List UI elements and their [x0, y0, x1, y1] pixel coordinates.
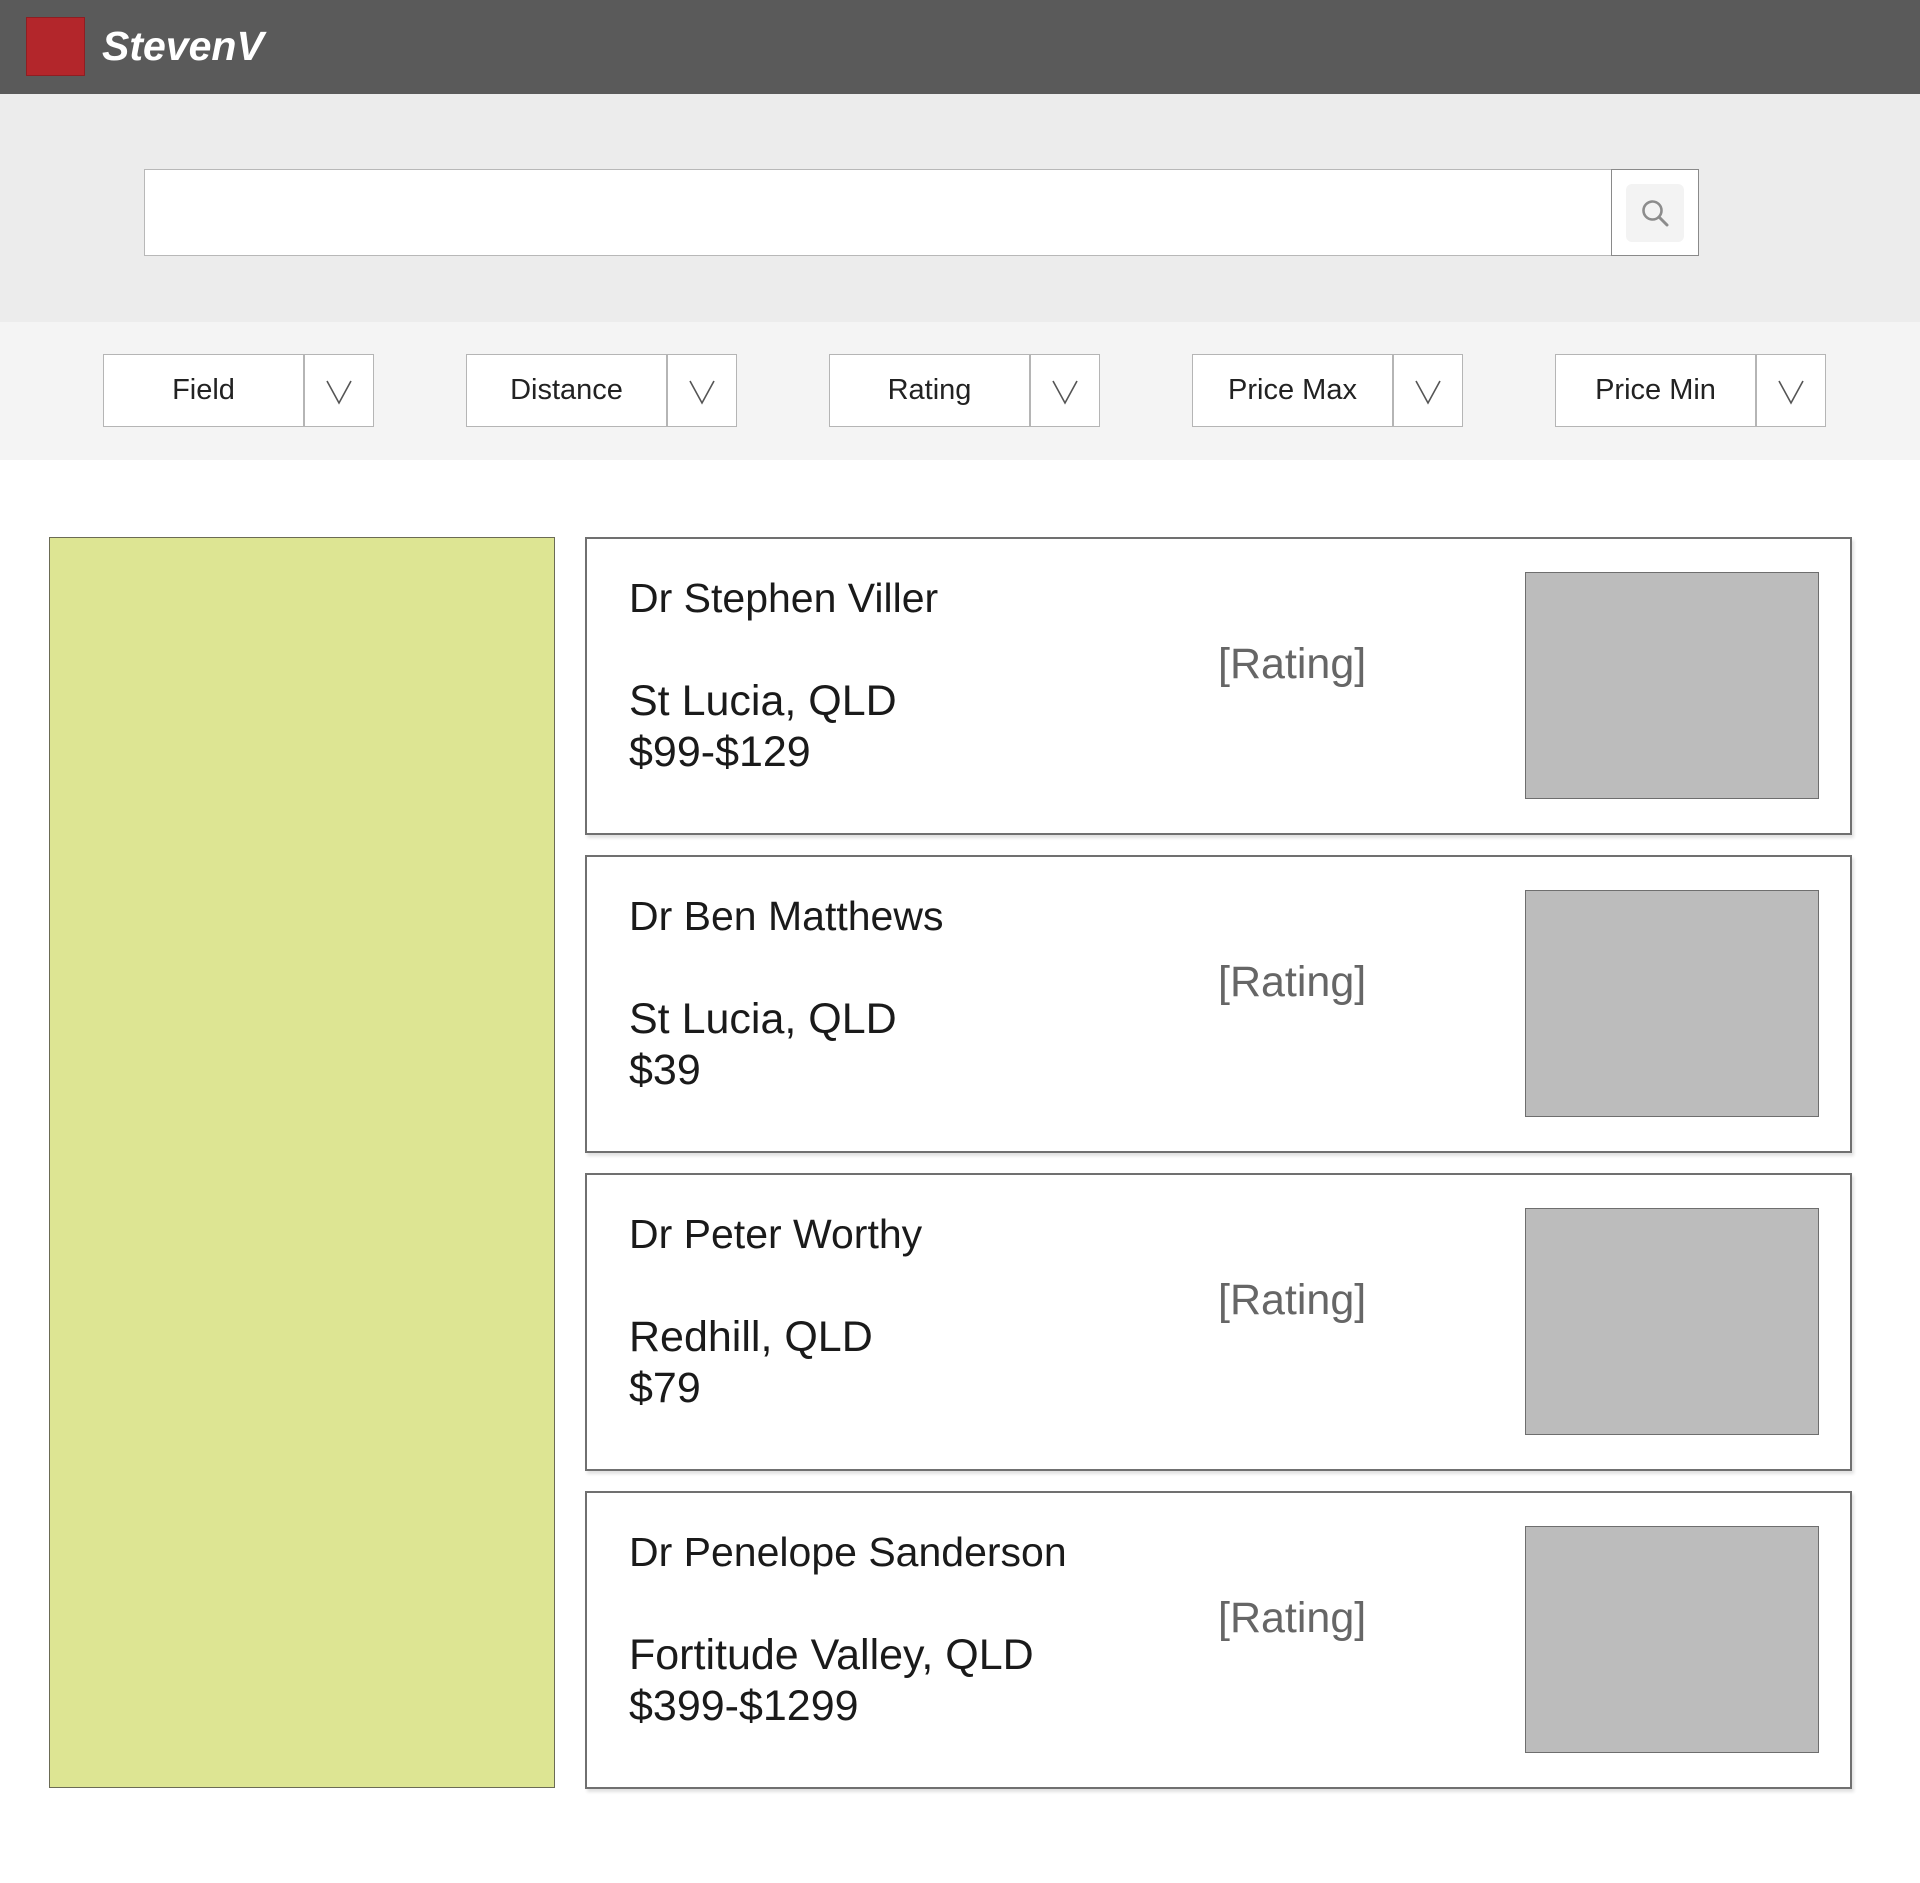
top-bar: StevenV — [0, 0, 1920, 94]
doctor-name[interactable]: Dr Ben Matthews — [629, 893, 943, 940]
doctor-price: $79 — [629, 1364, 701, 1412]
filter-price-max-dropdown[interactable]: Price Max — [1192, 354, 1463, 427]
doctor-location: St Lucia, QLD — [629, 677, 897, 725]
doctor-location: St Lucia, QLD — [629, 995, 897, 1043]
chevron-down-icon[interactable] — [1757, 355, 1825, 426]
filter-rating-dropdown[interactable]: Rating — [829, 354, 1100, 427]
chevron-down-icon[interactable] — [1031, 355, 1099, 426]
doctor-price: $39 — [629, 1046, 701, 1094]
filter-label: Distance — [510, 374, 623, 406]
result-card[interactable]: Dr Peter Worthy Redhill, QLD $79 [Rating… — [585, 1173, 1852, 1471]
doctor-rating: [Rating] — [1218, 1276, 1367, 1324]
doctor-location: Redhill, QLD — [629, 1313, 873, 1361]
doctor-photo[interactable] — [1525, 1526, 1819, 1753]
filter-label: Field — [172, 374, 235, 406]
doctor-name[interactable]: Dr Peter Worthy — [629, 1211, 922, 1258]
doctor-rating: [Rating] — [1218, 640, 1367, 688]
filter-field-dropdown[interactable]: Field — [103, 354, 374, 427]
result-card[interactable]: Dr Ben Matthews St Lucia, QLD $39 [Ratin… — [585, 855, 1852, 1153]
chevron-down-icon[interactable] — [668, 355, 736, 426]
brand-name[interactable]: StevenV — [102, 22, 264, 70]
search-icon — [1642, 199, 1669, 226]
doctor-location: Fortitude Valley, QLD — [629, 1631, 1034, 1679]
doctor-price: $99-$129 — [629, 728, 811, 776]
search-button[interactable] — [1611, 169, 1699, 256]
chevron-down-icon[interactable] — [1394, 355, 1462, 426]
search-button-inner — [1626, 183, 1684, 242]
filter-label: Price Min — [1595, 374, 1716, 406]
doctor-photo[interactable] — [1525, 890, 1819, 1117]
chevron-down-icon[interactable] — [305, 355, 373, 426]
filter-distance-dropdown[interactable]: Distance — [466, 354, 737, 427]
result-card[interactable]: Dr Stephen Viller St Lucia, QLD $99-$129… — [585, 537, 1852, 835]
map-panel[interactable] — [49, 537, 555, 1788]
doctor-photo[interactable] — [1525, 1208, 1819, 1435]
filter-label: Price Max — [1228, 374, 1357, 406]
result-card[interactable]: Dr Penelope Sanderson Fortitude Valley, … — [585, 1491, 1852, 1789]
doctor-price: $399-$1299 — [629, 1682, 859, 1730]
doctor-photo[interactable] — [1525, 572, 1819, 799]
filter-label: Rating — [887, 374, 972, 406]
search-input[interactable] — [144, 169, 1612, 256]
doctor-name[interactable]: Dr Stephen Viller — [629, 575, 938, 622]
filter-price-min-dropdown[interactable]: Price Min — [1555, 354, 1826, 427]
doctor-name[interactable]: Dr Penelope Sanderson — [629, 1529, 1067, 1576]
logo[interactable] — [26, 17, 85, 76]
doctor-rating: [Rating] — [1218, 958, 1367, 1006]
doctor-rating: [Rating] — [1218, 1594, 1367, 1642]
